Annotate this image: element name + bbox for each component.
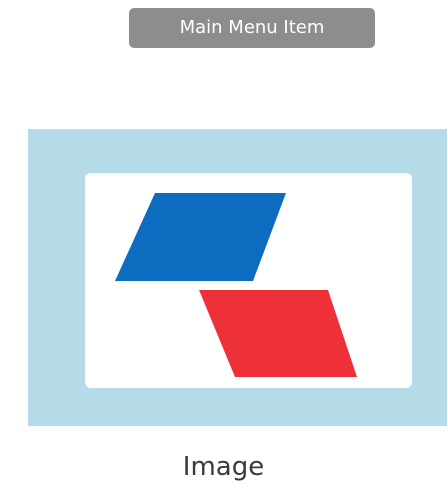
image-card [85, 173, 412, 388]
red-parallelogram-shape [199, 290, 357, 377]
parallelograms-logo-icon [115, 193, 357, 377]
image-placeholder [28, 129, 447, 426]
image-caption: Image [182, 452, 265, 482]
blue-parallelogram-shape [115, 193, 286, 281]
main-menu-item-button[interactable]: Main Menu Item [129, 8, 375, 48]
